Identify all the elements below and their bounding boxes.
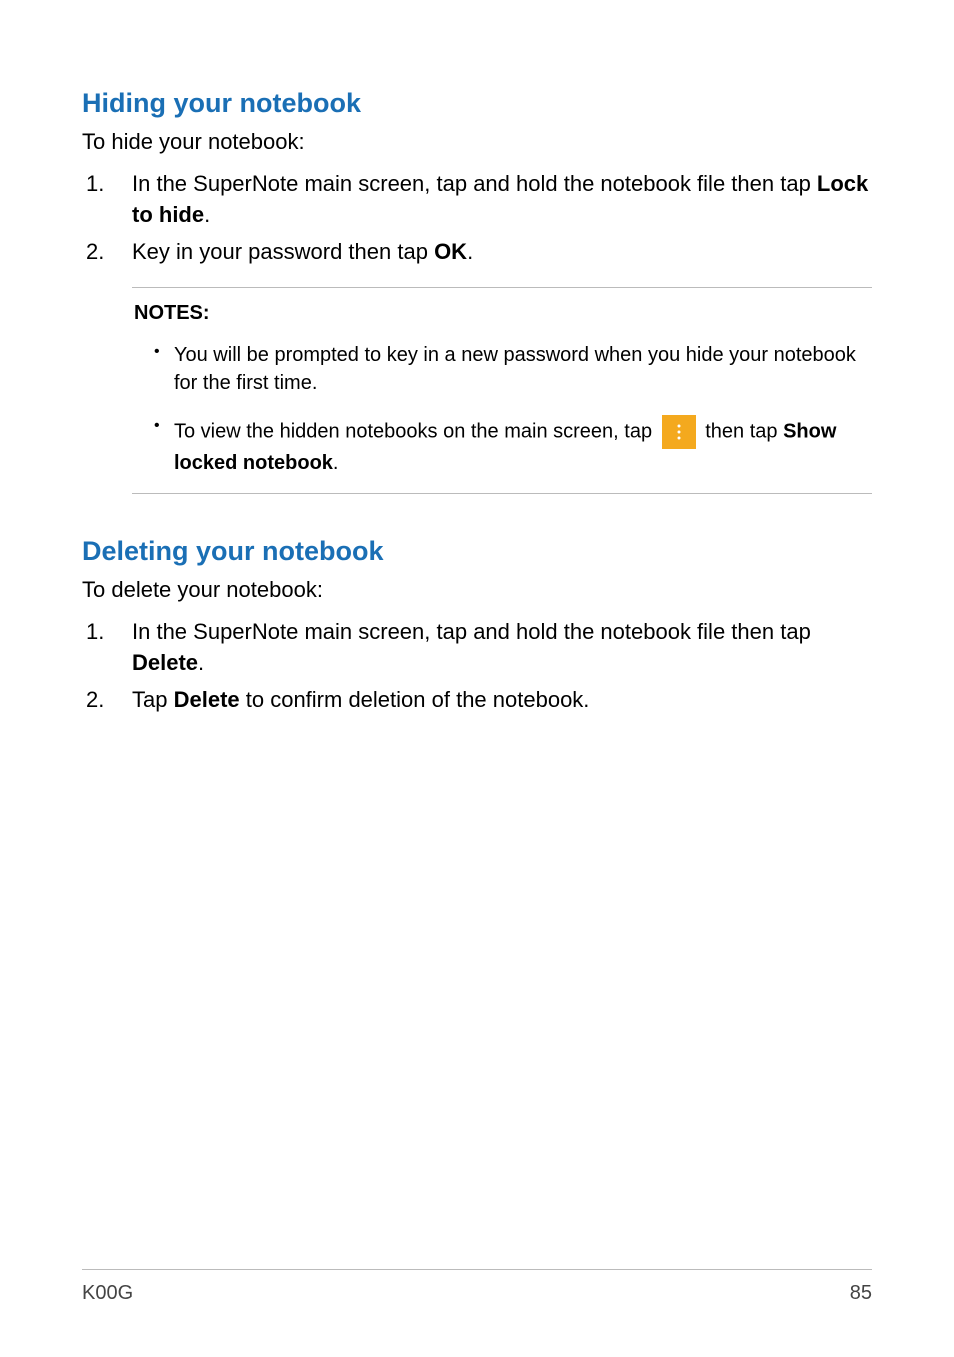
heading-deleting-notebook: Deleting your notebook <box>82 536 872 567</box>
steps-hiding: 1. In the SuperNote main screen, tap and… <box>82 169 872 267</box>
notes-text-before: To view the hidden notebooks on the main… <box>174 421 658 443</box>
step-bold: OK <box>434 239 467 264</box>
step-text: Key in your password then tap <box>132 239 434 264</box>
step-number: 2. <box>86 237 104 268</box>
step-text-after: . <box>467 239 473 264</box>
step-item: 1. In the SuperNote main screen, tap and… <box>86 617 872 679</box>
more-options-icon <box>662 415 696 449</box>
step-text: In the SuperNote main screen, tap and ho… <box>132 171 817 196</box>
notes-item: To view the hidden notebooks on the main… <box>154 415 872 477</box>
heading-hiding-notebook: Hiding your notebook <box>82 88 872 119</box>
step-item: 2. Tap Delete to confirm deletion of the… <box>86 685 872 716</box>
step-number: 1. <box>86 169 104 200</box>
notes-box: NOTES: You will be prompted to key in a … <box>132 287 872 494</box>
notes-label-colon: : <box>203 302 210 324</box>
intro-hiding: To hide your notebook: <box>82 129 872 155</box>
step-bold: Delete <box>132 650 198 675</box>
steps-deleting: 1. In the SuperNote main screen, tap and… <box>82 617 872 715</box>
step-text: Tap <box>132 687 174 712</box>
footer-page-number: 85 <box>850 1282 872 1305</box>
page-footer: K00G 85 <box>82 1269 872 1305</box>
step-text-after: to confirm deletion of the notebook. <box>240 687 590 712</box>
step-bold: Delete <box>174 687 240 712</box>
step-text-after: . <box>198 650 204 675</box>
step-item: 2. Key in your password then tap OK. <box>86 237 872 268</box>
intro-deleting: To delete your notebook: <box>82 577 872 603</box>
notes-item: You will be prompted to key in a new pas… <box>154 341 872 397</box>
notes-label-bold: NOTES <box>134 302 203 324</box>
notes-text-end: . <box>333 452 339 474</box>
step-item: 1. In the SuperNote main screen, tap and… <box>86 169 872 231</box>
step-text: In the SuperNote main screen, tap and ho… <box>132 619 811 644</box>
step-number: 2. <box>86 685 104 716</box>
step-text-after: . <box>204 202 210 227</box>
notes-title: NOTES: <box>132 302 872 325</box>
notes-bullets: You will be prompted to key in a new pas… <box>132 341 872 477</box>
step-number: 1. <box>86 617 104 648</box>
footer-model: K00G <box>82 1282 133 1305</box>
notes-text-after: then tap <box>700 421 783 443</box>
